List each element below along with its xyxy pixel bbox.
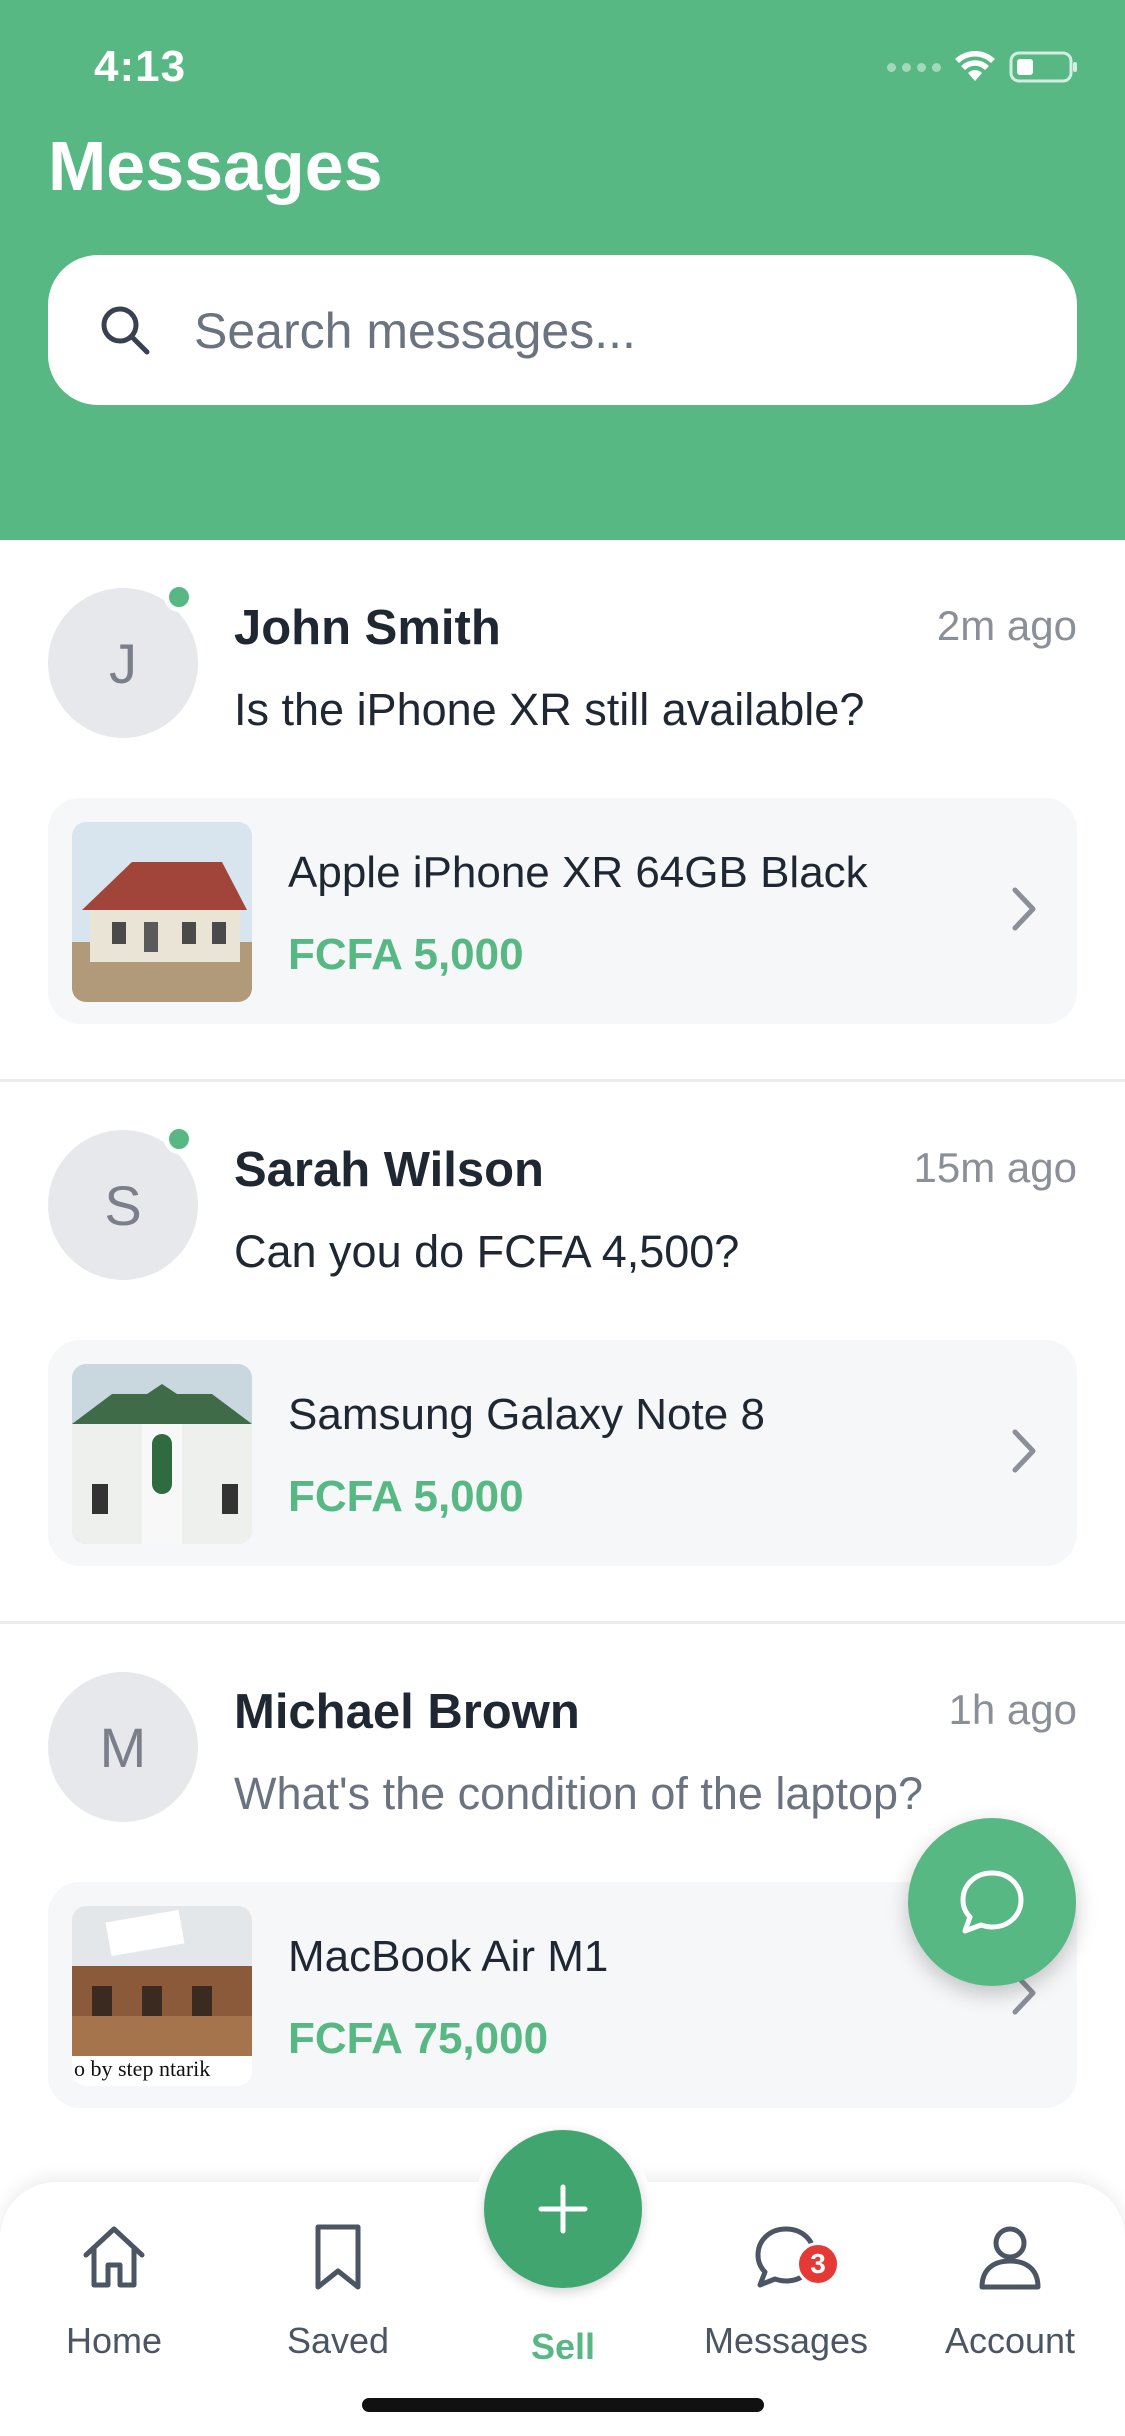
bookmark-icon xyxy=(315,2224,361,2290)
home-icon xyxy=(83,2226,145,2288)
listing-thumbnail xyxy=(72,1364,252,1544)
status-icons xyxy=(887,50,1079,84)
message-preview: What's the condition of the laptop? xyxy=(234,1768,924,1819)
message-time: 2m ago xyxy=(936,602,1077,649)
signal-icon xyxy=(887,62,941,72)
conversation-item[interactable]: J John Smith 2m ago Is the iPhone XR sti… xyxy=(0,540,1125,1082)
listing-title: Samsung Galaxy Note 8 xyxy=(288,1390,765,1439)
listing-title: Apple iPhone XR 64GB Black xyxy=(288,848,868,897)
chevron-right-icon xyxy=(1012,1429,1036,1473)
message-time: 15m ago xyxy=(913,1144,1077,1191)
sell-button-ring xyxy=(474,2120,652,2298)
header: 4:13 Messages xyxy=(0,0,1125,540)
chevron-right-icon xyxy=(1012,887,1036,931)
avatar: M xyxy=(48,1672,198,1822)
wifi-icon xyxy=(955,51,995,81)
nav-home[interactable]: Home xyxy=(14,2212,214,2362)
nav-account[interactable]: Account xyxy=(910,2212,1110,2362)
listing-thumbnail xyxy=(72,822,252,1002)
thumbnail-caption: o by step ntarik xyxy=(74,2056,211,2081)
listing-price: FCFA 5,000 xyxy=(288,930,524,979)
plus-icon xyxy=(538,2184,588,2234)
listing-thumbnail: o by step ntarik xyxy=(72,1906,252,2086)
sender-name: Michael Brown xyxy=(234,1685,580,1739)
search-icon xyxy=(101,306,150,355)
search-input[interactable] xyxy=(192,295,1036,367)
sell-button[interactable] xyxy=(484,2130,642,2288)
nav-messages-label: Messages xyxy=(703,2320,869,2361)
message-preview: Is the iPhone XR still available? xyxy=(234,684,865,735)
nav-saved-label: Saved xyxy=(286,2320,390,2361)
listing-title: MacBook Air M1 xyxy=(288,1932,609,1981)
online-indicator xyxy=(164,1124,194,1154)
listing-price: FCFA 5,000 xyxy=(288,1472,524,1521)
new-chat-button[interactable] xyxy=(908,1818,1076,1986)
page-title: Messages xyxy=(48,127,383,205)
user-icon xyxy=(979,2226,1041,2290)
listing-card[interactable]: Apple iPhone XR 64GB Black FCFA 5,000 xyxy=(48,798,1077,1024)
messages-badge: 3 xyxy=(796,2242,840,2286)
listing-price: FCFA 75,000 xyxy=(288,2014,549,2063)
nav-messages[interactable]: 3 Messages xyxy=(686,2212,886,2362)
online-indicator xyxy=(164,582,194,612)
sender-name: Sarah Wilson xyxy=(234,1143,544,1197)
listing-card[interactable]: Samsung Galaxy Note 8 FCFA 5,000 xyxy=(48,1340,1077,1566)
chat-bubble-icon xyxy=(960,1870,1024,1934)
status-time: 4:13 xyxy=(94,42,187,91)
nav-home-label: Home xyxy=(65,2320,163,2361)
message-time: 1h ago xyxy=(948,1686,1077,1733)
nav-account-label: Account xyxy=(944,2320,1076,2361)
sender-name: John Smith xyxy=(234,601,501,655)
nav-sell-label: Sell xyxy=(530,2326,596,2367)
search-bar[interactable] xyxy=(48,255,1077,405)
nav-saved[interactable]: Saved xyxy=(238,2212,438,2362)
battery-icon xyxy=(1009,51,1077,83)
home-indicator xyxy=(362,2398,764,2412)
conversation-item[interactable]: S Sarah Wilson 15m ago Can you do FCFA 4… xyxy=(0,1082,1125,1624)
message-preview: Can you do FCFA 4,500? xyxy=(234,1226,740,1277)
